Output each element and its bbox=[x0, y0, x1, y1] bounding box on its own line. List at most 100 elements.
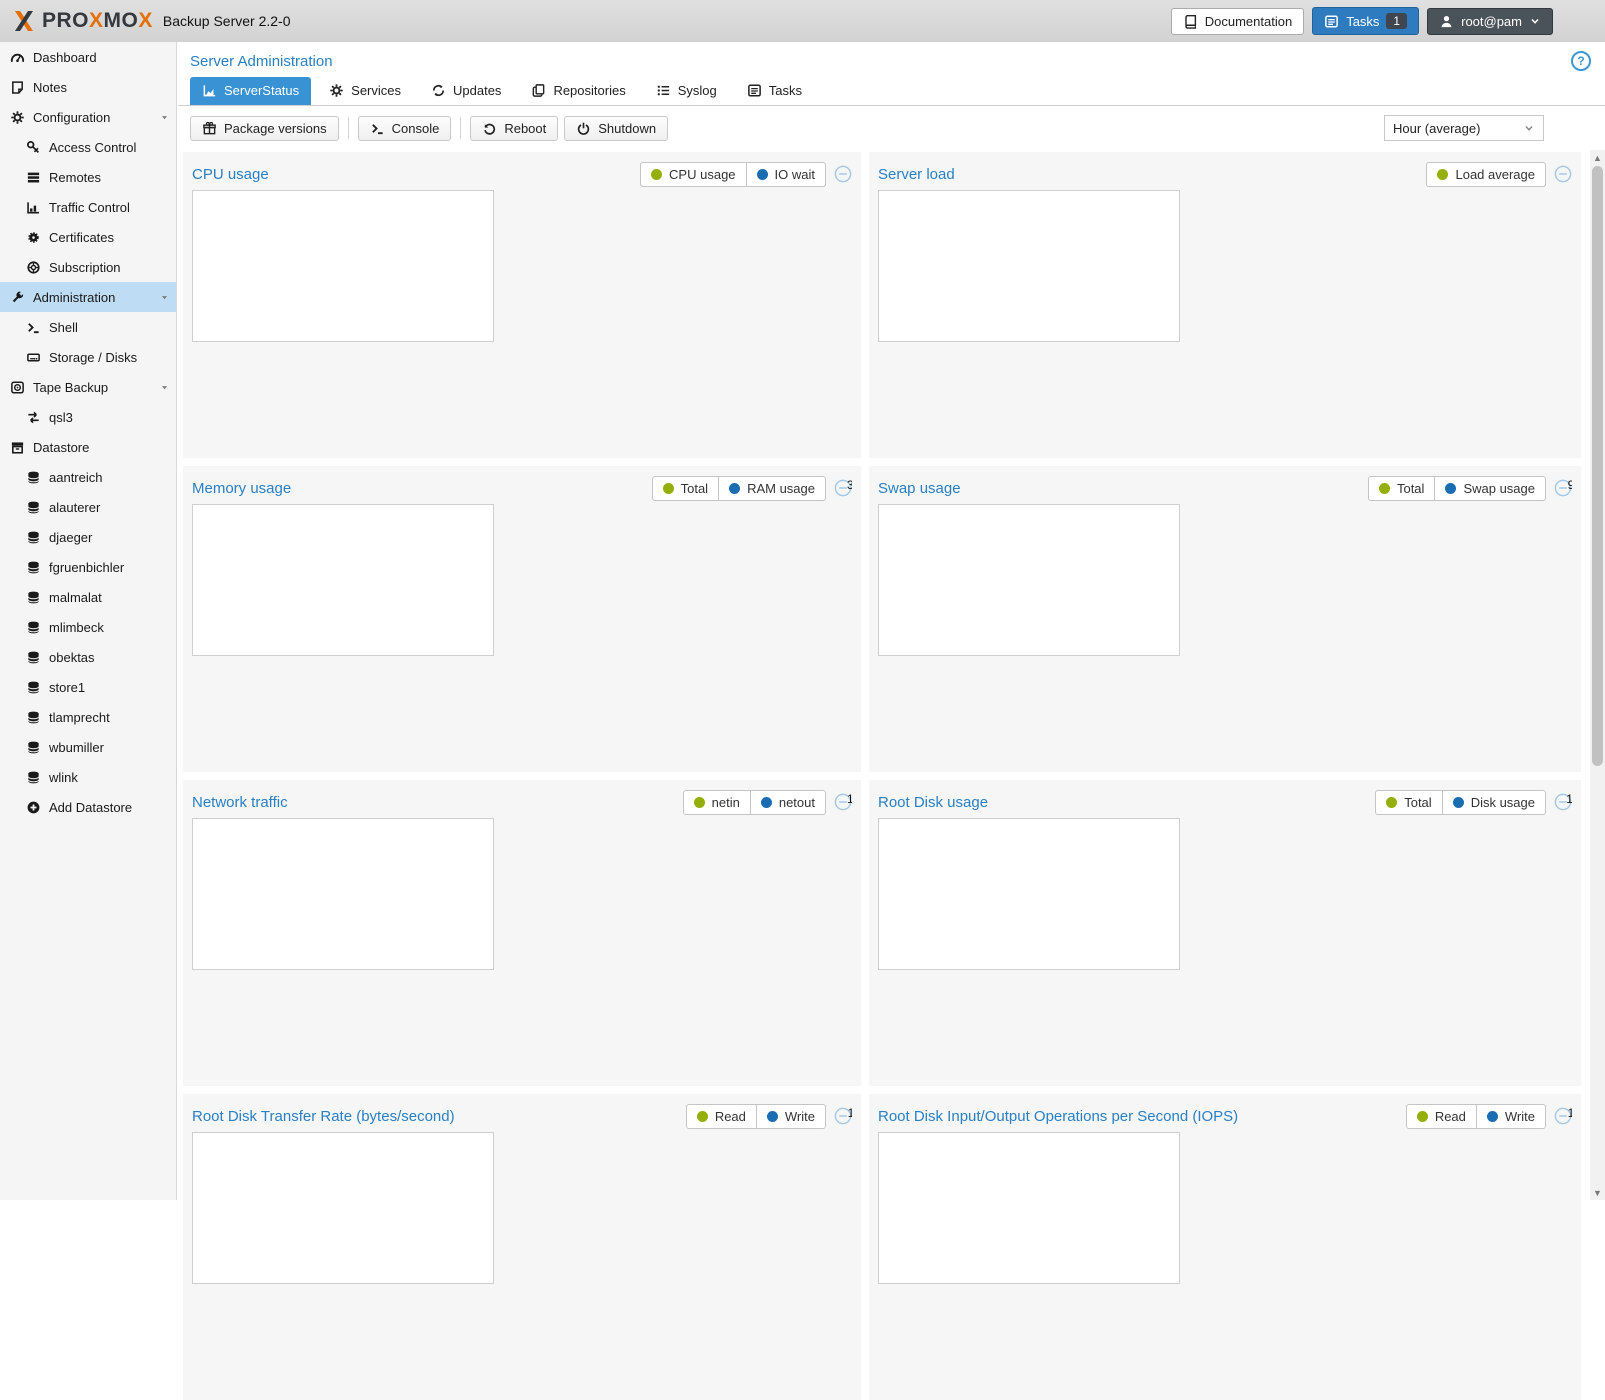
sidebar-item-tape-backup[interactable]: Tape Backup bbox=[0, 372, 176, 402]
sidebar-item-traffic-control[interactable]: Traffic Control bbox=[0, 192, 176, 222]
collapse-icon[interactable]: 01 G2 G3 G4 G5 G6 G7 G8 G9 G2022-05-1708… bbox=[1554, 479, 1572, 497]
legend-item-swap-usage[interactable]: Swap usage bbox=[1434, 476, 1546, 501]
sidebar-item-dashboard[interactable]: Dashboard bbox=[0, 42, 176, 72]
legend-item-total[interactable]: Total bbox=[652, 476, 719, 501]
chart-legend: Load average bbox=[1426, 162, 1546, 187]
sidebar-item-add-datastore[interactable]: Add Datastore bbox=[0, 792, 176, 822]
legend-item-read[interactable]: Read bbox=[686, 1104, 757, 1129]
sidebar-item-alauterer[interactable]: alauterer bbox=[0, 492, 176, 522]
sidebar-item-administration[interactable]: Administration bbox=[0, 282, 176, 312]
tasks-button[interactable]: Tasks 1 bbox=[1312, 7, 1419, 35]
legend-item-io-wait[interactable]: IO wait bbox=[746, 162, 826, 187]
sidebar-item-qsl3[interactable]: qsl3 bbox=[0, 402, 176, 432]
sidebar-item-wbumiller[interactable]: wbumiller bbox=[0, 732, 176, 762]
scrollbar-thumb[interactable] bbox=[1592, 166, 1603, 766]
button-label: Shutdown bbox=[598, 121, 656, 136]
user-icon bbox=[1439, 14, 1454, 29]
legend-item-disk-usage[interactable]: Disk usage bbox=[1442, 790, 1546, 815]
chart-legend: CPU usageIO wait bbox=[640, 162, 826, 187]
sidebar-item-label: Administration bbox=[33, 290, 115, 305]
app-header: PROXMOX Backup Server 2.2-0 Documentatio… bbox=[0, 0, 1605, 42]
sidebar-item-fgruenbichler[interactable]: fgruenbichler bbox=[0, 552, 176, 582]
chart-panel: Root Disk Input/Output Operations per Se… bbox=[869, 1094, 1581, 1400]
collapse-icon[interactable]: 020 k40 k60 k80 k100 k120 k2022-05-1708:… bbox=[834, 1107, 852, 1125]
sidebar-item-datastore[interactable]: Datastore bbox=[0, 432, 176, 462]
user-menu-button[interactable]: root@pam bbox=[1427, 8, 1553, 35]
tab-updates[interactable]: Updates bbox=[419, 77, 513, 105]
chevron-down-icon bbox=[1529, 15, 1541, 27]
charts-grid: CPU usage CPU usageIO wait 0246810121420… bbox=[178, 149, 1605, 1400]
legend-dot bbox=[767, 1111, 778, 1122]
sidebar-item-wlink[interactable]: wlink bbox=[0, 762, 176, 792]
sidebar-item-label: qsl3 bbox=[49, 410, 73, 425]
console-button[interactable]: Console bbox=[358, 116, 452, 141]
legend-item-total[interactable]: Total bbox=[1375, 790, 1442, 815]
package-versions-button[interactable]: Package versions bbox=[190, 116, 339, 141]
tab-repositories[interactable]: Repositories bbox=[519, 77, 637, 105]
tab-tasks[interactable]: Tasks bbox=[735, 77, 814, 105]
collapse-arrow-icon[interactable] bbox=[160, 113, 169, 122]
sidebar-item-remotes[interactable]: Remotes bbox=[0, 162, 176, 192]
app-title: Backup Server 2.2-0 bbox=[163, 13, 291, 29]
legend-dot bbox=[697, 1111, 708, 1122]
sidebar-item-mlimbeck[interactable]: mlimbeck bbox=[0, 612, 176, 642]
collapse-icon[interactable]: 010 G20 G30 G40 G50 G60 G70 G80 G90 G100… bbox=[1554, 793, 1572, 811]
reboot-button[interactable]: Reboot bbox=[470, 116, 558, 141]
tab-syslog[interactable]: Syslog bbox=[644, 77, 729, 105]
legend-item-ram-usage[interactable]: RAM usage bbox=[718, 476, 826, 501]
legend-item-write[interactable]: Write bbox=[1476, 1104, 1546, 1129]
sidebar-item-label: Dashboard bbox=[33, 50, 97, 65]
database-icon bbox=[26, 470, 41, 485]
legend-label: Total bbox=[1397, 481, 1424, 496]
sidebar-item-store1[interactable]: store1 bbox=[0, 672, 176, 702]
sidebar-item-label: malmalat bbox=[49, 590, 102, 605]
sidebar-item-label: Notes bbox=[33, 80, 67, 95]
chart-title: CPU usage bbox=[192, 166, 269, 183]
legend-item-netin[interactable]: netin bbox=[683, 790, 751, 815]
collapse-icon[interactable]: 024681012142022-05-1708:27:222022-05-170… bbox=[834, 165, 852, 183]
chart-area bbox=[192, 504, 494, 656]
chart-title: Server load bbox=[878, 166, 955, 183]
sidebar-item-obektas[interactable]: obektas bbox=[0, 642, 176, 672]
tab-services[interactable]: Services bbox=[317, 77, 413, 105]
sidebar-item-shell[interactable]: Shell bbox=[0, 312, 176, 342]
sidebar-item-aantreich[interactable]: aantreich bbox=[0, 462, 176, 492]
timeframe-value: Hour (average) bbox=[1393, 121, 1480, 136]
tab-serverstatus[interactable]: ServerStatus bbox=[190, 77, 311, 105]
sidebar-item-access-control[interactable]: Access Control bbox=[0, 132, 176, 162]
tab-label: Repositories bbox=[553, 83, 625, 98]
sidebar-item-storage-disks[interactable]: Storage / Disks bbox=[0, 342, 176, 372]
sidebar-item-label: mlimbeck bbox=[49, 620, 104, 635]
sidebar-item-subscription[interactable]: Subscription bbox=[0, 252, 176, 282]
sidebar-item-djaeger[interactable]: djaeger bbox=[0, 522, 176, 552]
help-icon[interactable]: ? bbox=[1571, 51, 1591, 71]
sidebar-item-label: Subscription bbox=[49, 260, 121, 275]
collapse-arrow-icon[interactable] bbox=[160, 293, 169, 302]
shutdown-button[interactable]: Shutdown bbox=[564, 116, 668, 141]
collapse-icon[interactable]: 0246810122022-05-1708:27:222022-05-1708:… bbox=[1554, 1107, 1572, 1125]
sidebar-item-malmalat[interactable]: malmalat bbox=[0, 582, 176, 612]
timeframe-select[interactable]: Hour (average) bbox=[1384, 115, 1544, 141]
legend-label: Total bbox=[1404, 795, 1431, 810]
collapse-icon[interactable]: 0200 k400 k600 k800 k1 M1.2 M2022-05-170… bbox=[834, 793, 852, 811]
legend-item-cpu-usage[interactable]: CPU usage bbox=[640, 162, 746, 187]
legend-item-netout[interactable]: netout bbox=[750, 790, 826, 815]
chart-area bbox=[192, 1132, 494, 1284]
sidebar-item-notes[interactable]: Notes bbox=[0, 72, 176, 102]
vertical-scrollbar[interactable]: ▲ ▼ bbox=[1590, 150, 1605, 1200]
legend-item-read[interactable]: Read bbox=[1406, 1104, 1477, 1129]
sidebar-item-certificates[interactable]: Certificates bbox=[0, 222, 176, 252]
chart-panel: Root Disk usage TotalDisk usage 010 G20 … bbox=[869, 780, 1581, 1086]
scroll-down-icon[interactable]: ▼ bbox=[1590, 1185, 1605, 1200]
scroll-up-icon[interactable]: ▲ bbox=[1590, 150, 1605, 165]
documentation-button[interactable]: Documentation bbox=[1171, 8, 1304, 35]
legend-item-load-average[interactable]: Load average bbox=[1426, 162, 1546, 187]
sidebar-item-configuration[interactable]: Configuration bbox=[0, 102, 176, 132]
sidebar-item-tlamprecht[interactable]: tlamprecht bbox=[0, 702, 176, 732]
collapse-icon[interactable]: 00.10.20.30.40.50.60.70.80.912022-05-170… bbox=[1554, 165, 1572, 183]
gauge-icon bbox=[10, 50, 25, 65]
collapse-arrow-icon[interactable] bbox=[160, 383, 169, 392]
legend-item-total[interactable]: Total bbox=[1368, 476, 1435, 501]
legend-item-write[interactable]: Write bbox=[756, 1104, 826, 1129]
collapse-icon[interactable]: 05 G10 G15 G20 G25 G30 G35 G2022-05-1708… bbox=[834, 479, 852, 497]
